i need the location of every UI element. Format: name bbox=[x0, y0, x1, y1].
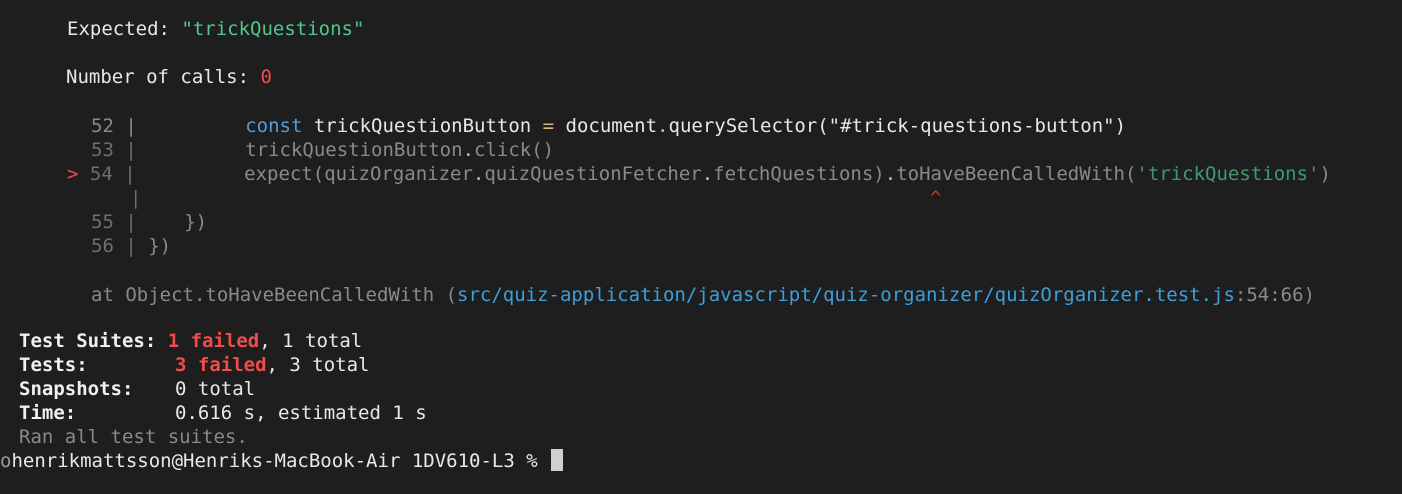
code-line-54: > 54 | expect(quizOrganizer.quizQuestion… bbox=[67, 163, 1331, 185]
prompt-status-icon: o bbox=[0, 450, 12, 472]
summary-test-suites: Test Suites: 1 failed, 1 total bbox=[19, 330, 363, 352]
code-line-56: 56 | }) bbox=[91, 235, 172, 257]
expected-line: Expected: "trickQuestions" bbox=[67, 18, 365, 40]
terminal-window[interactable]: Expected: "trickQuestions" Number of cal… bbox=[0, 0, 1402, 494]
code-line-55: 55 | }) bbox=[91, 211, 208, 233]
error-caret: ^ bbox=[930, 187, 942, 209]
summary-tests: Tests: 3 failed, 3 total bbox=[19, 354, 370, 376]
stack-trace-file-link[interactable]: src/quiz-application/javascript/quiz-org… bbox=[457, 284, 1235, 306]
code-line-52: 52 | const trickQuestionButton = documen… bbox=[91, 115, 1127, 137]
summary-time: Time: 0.616 s, estimated 1 s bbox=[19, 402, 427, 424]
summary-ran-all: Ran all test suites. bbox=[19, 426, 248, 448]
call-count-line: Number of calls: 0 bbox=[66, 66, 272, 88]
summary-snapshots: Snapshots: 0 total bbox=[19, 378, 256, 400]
text-cursor bbox=[551, 449, 564, 471]
code-line-53: 53 | trickQuestionButton.click() bbox=[91, 139, 555, 161]
code-gutter-blank: | bbox=[130, 187, 142, 209]
shell-prompt[interactable]: ohenrikmattsson@Henriks-MacBook-Air 1DV6… bbox=[0, 449, 564, 473]
stack-trace-line: at Object.toHaveBeenCalledWith (src/quiz… bbox=[91, 284, 1315, 306]
